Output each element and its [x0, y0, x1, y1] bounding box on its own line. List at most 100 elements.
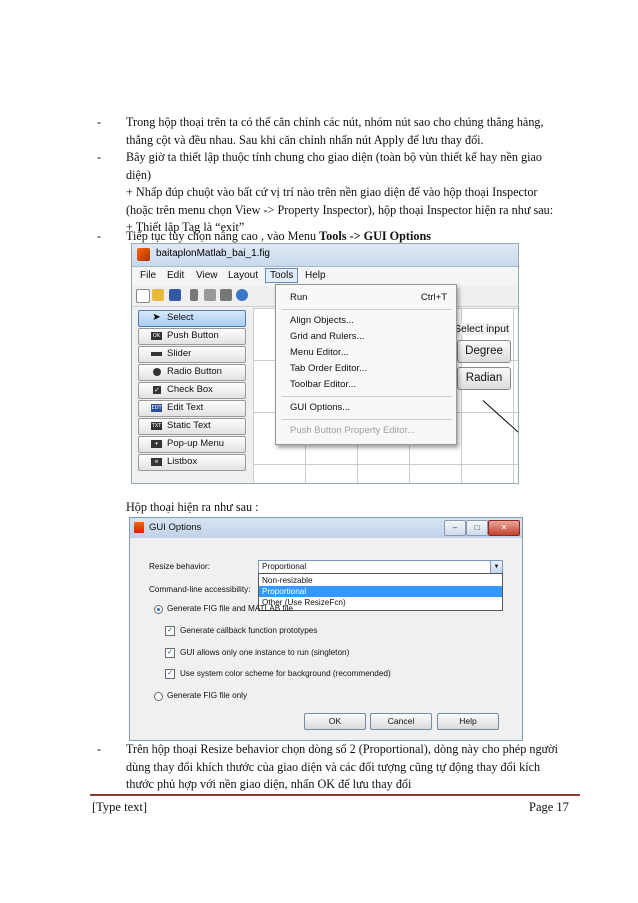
checkbox-icon: ✓	[153, 386, 161, 394]
resize-behavior-options: Non-resizable Proportional Other (Use Re…	[258, 573, 503, 611]
palette-push-button[interactable]: OK Push Button	[138, 328, 246, 345]
cancel-button[interactable]: Cancel	[370, 713, 432, 730]
new-file-icon[interactable]	[136, 289, 150, 303]
bullet-dash: -	[97, 742, 102, 756]
bullet-dash: -	[97, 115, 102, 129]
palette-label: Static Text	[167, 420, 211, 431]
static-text-icon: TXT	[151, 422, 162, 430]
checkbox-callback-prototypes-label: Generate callback function prototypes	[180, 626, 318, 635]
menu-item-toolbar-editor[interactable]: Toolbar Editor...	[290, 379, 356, 390]
bullet-text: Trong hộp thoại trên ta có thể căn chỉnh…	[126, 115, 544, 129]
select-input-label: Select input	[453, 323, 510, 335]
bullet-text: thẳng cột và đều nhau. Sau khi căn chỉnh…	[126, 132, 484, 147]
option-proportional[interactable]: Proportional	[259, 586, 502, 597]
radian-button[interactable]: Radian	[457, 367, 511, 390]
resize-behavior-label: Resize behavior:	[149, 562, 210, 571]
bullet-text: Trên hộp thoại Resize behavior chọn dòng…	[126, 742, 558, 756]
menu-item-align-objects[interactable]: Align Objects...	[290, 315, 354, 326]
slider-icon	[151, 352, 162, 356]
palette-static-text[interactable]: TXT Static Text	[138, 418, 246, 435]
dialog-title: GUI Options	[149, 522, 202, 533]
popup-menu-icon: ▾	[151, 440, 162, 448]
axes-line	[482, 400, 518, 448]
palette-label: Check Box	[167, 384, 213, 395]
menu-separator	[282, 419, 452, 420]
help-button[interactable]: Help	[437, 713, 499, 730]
resize-behavior-select[interactable]: Proportional ▼	[258, 560, 503, 574]
copy-icon[interactable]	[204, 289, 216, 301]
checkbox-system-color-label: Use system color scheme for background (…	[180, 669, 391, 678]
listbox-icon: ≡	[151, 458, 162, 466]
palette-radio-button[interactable]: Radio Button	[138, 364, 246, 381]
palette-popup-menu[interactable]: ▾ Pop-up Menu	[138, 436, 246, 453]
menu-layout[interactable]: Layout	[224, 269, 262, 282]
paste-icon[interactable]	[220, 289, 232, 301]
menu-item-menu-editor[interactable]: Menu Editor...	[290, 347, 349, 358]
menu-item-gui-options[interactable]: GUI Options...	[290, 402, 350, 413]
palette-edit-text[interactable]: EDT Edit Text	[138, 400, 246, 417]
menu-item-grid-rulers[interactable]: Grid and Rulers...	[290, 331, 364, 342]
radio-fig-and-matlab-label: Generate FIG file and MATLAB file	[167, 604, 293, 613]
ok-button[interactable]: OK	[304, 713, 366, 730]
gui-options-dialog: GUI Options – □ ✕ Resize behavior: Propo…	[129, 517, 523, 741]
chevron-down-icon[interactable]: ▼	[490, 561, 502, 573]
palette-slider[interactable]: Slider	[138, 346, 246, 363]
bullet-text: thước phủ hợp với nền giao diện, nhấn OK…	[126, 777, 412, 791]
close-icon[interactable]: ✕	[488, 520, 520, 536]
palette-check-box[interactable]: ✓ Check Box	[138, 382, 246, 399]
menu-help[interactable]: Help	[301, 269, 330, 282]
guide-titlebar: baitaplonMatlab_bai_1.fig	[132, 244, 518, 267]
matlab-icon	[137, 248, 150, 261]
guide-title: baitaplonMatlab_bai_1.fig	[156, 248, 270, 259]
palette-label: Pop-up Menu	[167, 438, 225, 449]
bullet-dash: -	[97, 229, 102, 243]
bullet-text-bold: Tools -> GUI Options	[319, 229, 431, 243]
page-number: Page 17	[529, 800, 569, 814]
option-other-resizefcn[interactable]: Other (Use ResizeFcn)	[259, 597, 502, 608]
menu-file[interactable]: File	[136, 269, 160, 282]
run-shortcut: Ctrl+T	[420, 292, 447, 303]
tools-menu-dropdown: Run Ctrl+T Align Objects... Grid and Rul…	[275, 284, 457, 445]
degree-button[interactable]: Degree	[457, 340, 511, 363]
checkbox-singleton[interactable]: ✓	[165, 648, 175, 658]
option-non-resizable[interactable]: Non-resizable	[259, 575, 502, 586]
push-button-icon: OK	[151, 332, 162, 340]
guide-window-screenshot: baitaplonMatlab_bai_1.fig File Edit View…	[131, 243, 519, 484]
palette-select[interactable]: ➤ Select	[138, 310, 246, 327]
caption-text: Hộp thoại hiện ra như sau :	[126, 500, 259, 514]
menu-view[interactable]: View	[192, 269, 222, 282]
menu-edit[interactable]: Edit	[163, 269, 188, 282]
command-line-label: Command-line accessibility:	[149, 585, 251, 594]
cut-icon[interactable]	[190, 289, 198, 301]
menu-item-push-button-property-editor: Push Button Property Editor...	[290, 425, 416, 436]
checkbox-system-color[interactable]: ✓	[165, 669, 175, 679]
menu-separator	[282, 396, 452, 397]
undo-icon[interactable]	[236, 289, 248, 301]
radio-fig-only[interactable]	[154, 692, 163, 701]
palette-label: Radio Button	[167, 366, 222, 377]
palette-label: Push Button	[167, 330, 219, 341]
open-folder-icon[interactable]	[152, 289, 164, 301]
minimize-icon[interactable]: –	[444, 520, 466, 536]
maximize-icon[interactable]: □	[466, 520, 488, 536]
save-icon[interactable]	[169, 289, 181, 301]
bullet-text: dùng thay đổi khích thước của giao diện …	[126, 759, 541, 774]
matlab-icon	[134, 522, 144, 533]
bullet-text: diện)	[126, 167, 152, 182]
bullet-text: + Nhấp đúp chuột vào bất cứ vị trí nào t…	[126, 185, 538, 199]
palette-label: Select	[167, 312, 194, 323]
dialog-titlebar: GUI Options – □ ✕	[130, 518, 522, 538]
checkbox-singleton-label: GUI allows only one instance to run (sin…	[180, 648, 350, 657]
footer-rule	[90, 794, 580, 796]
edit-text-icon: EDT	[151, 404, 162, 412]
radio-fig-and-matlab[interactable]	[154, 605, 163, 614]
menu-tools[interactable]: Tools	[265, 268, 299, 283]
footer-left: [Type text]	[92, 800, 148, 814]
menu-item-run[interactable]: Run	[290, 292, 307, 303]
checkbox-callback-prototypes[interactable]: ✓	[165, 626, 175, 636]
palette-listbox[interactable]: ≡ Listbox	[138, 454, 246, 471]
bullet-text-normal: Tiếp tục tùy chọn nâng cao , vào Menu	[126, 229, 320, 243]
bullet-dash: -	[97, 150, 102, 164]
menu-item-tab-order-editor[interactable]: Tab Order Editor...	[290, 363, 367, 374]
resize-behavior-value: Proportional	[262, 562, 307, 571]
